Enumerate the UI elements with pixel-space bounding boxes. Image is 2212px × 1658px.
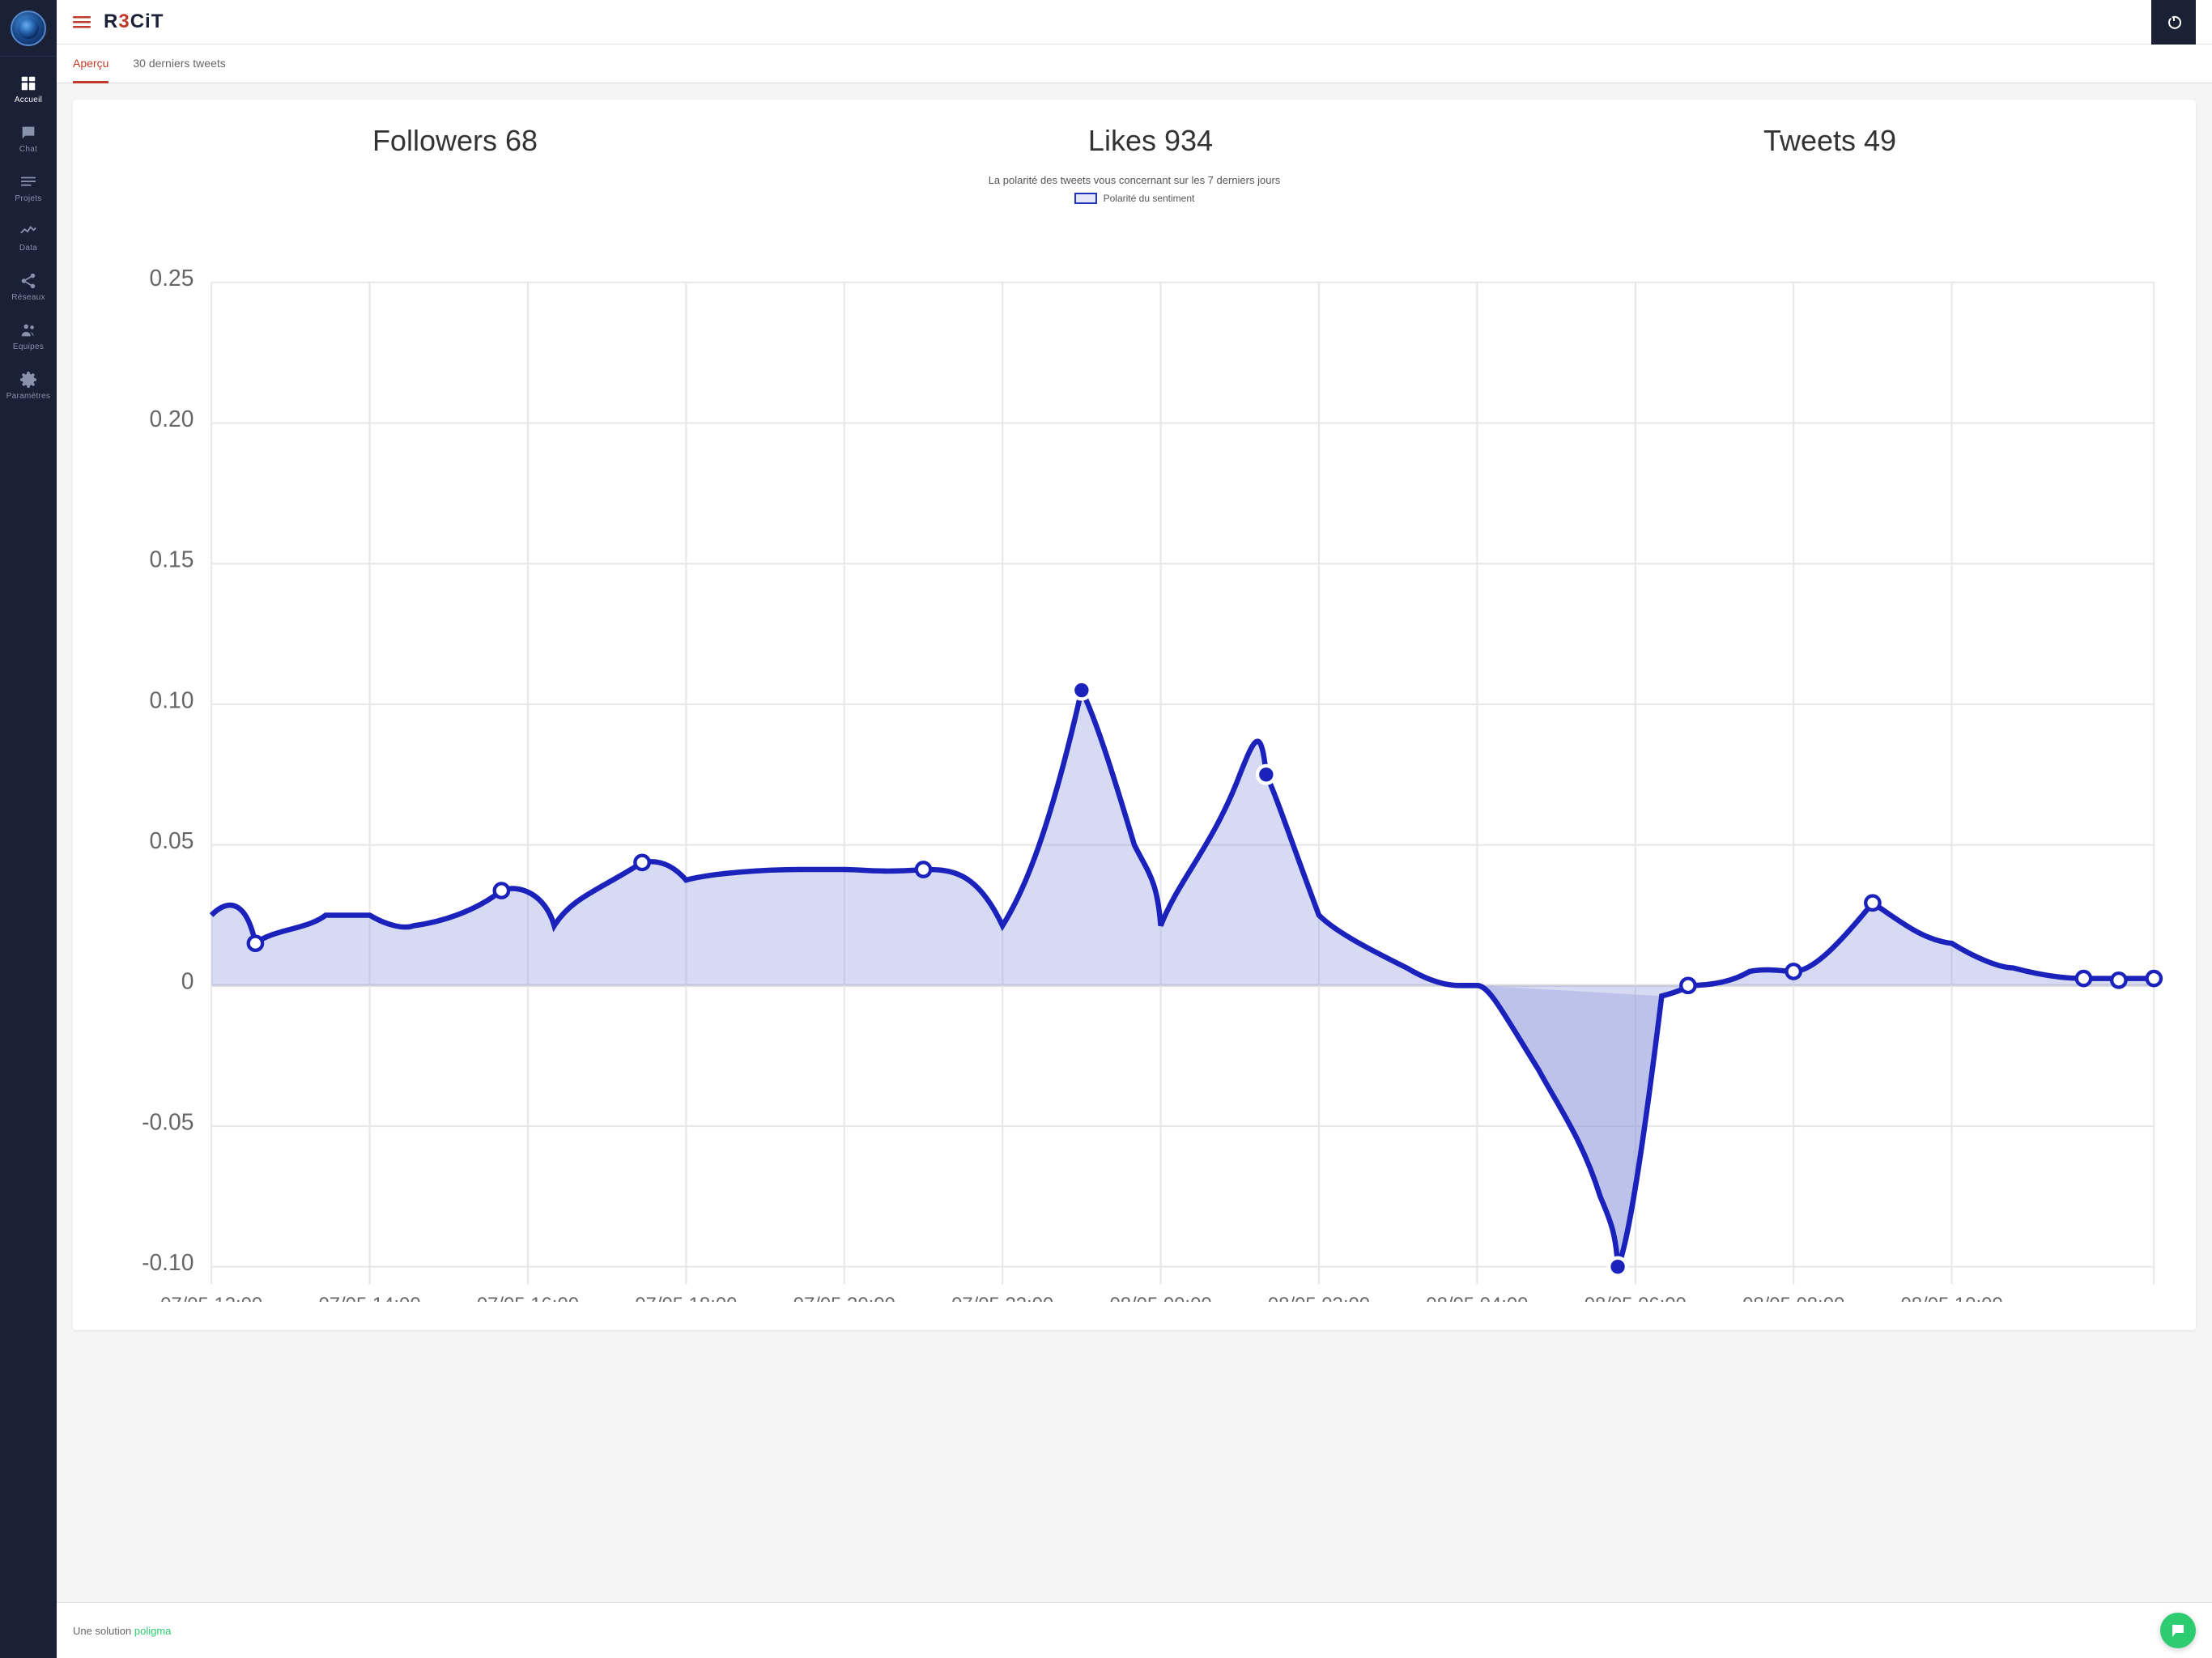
sidebar-item-reseaux-label: Réseaux bbox=[11, 293, 45, 302]
svg-text:-0.05: -0.05 bbox=[142, 1108, 194, 1134]
sidebar-nav: Accueil Chat Projets Data bbox=[0, 57, 57, 1658]
sidebar-item-equipes[interactable]: Equipes bbox=[0, 312, 57, 361]
followers-value: 68 bbox=[505, 124, 538, 157]
svg-text:08/05 06:00: 08/05 06:00 bbox=[1585, 1294, 1687, 1302]
svg-text:0: 0 bbox=[181, 968, 194, 994]
data-icon bbox=[19, 223, 37, 240]
svg-text:07/05 20:00: 07/05 20:00 bbox=[793, 1294, 895, 1302]
chat-fab-button[interactable] bbox=[2160, 1613, 2196, 1648]
sidebar-item-parametres[interactable]: Paramètres bbox=[0, 361, 57, 410]
sidebar-item-chat-label: Chat bbox=[19, 145, 37, 154]
svg-text:07/05 16:00: 07/05 16:00 bbox=[477, 1294, 579, 1302]
footer-link[interactable]: poligma bbox=[134, 1625, 172, 1637]
user-avatar-container bbox=[0, 0, 57, 57]
chat-fab-icon bbox=[2169, 1622, 2187, 1639]
footer: Une solution poligma bbox=[57, 1602, 2212, 1658]
svg-text:07/05 22:00: 07/05 22:00 bbox=[951, 1294, 1053, 1302]
header-left: R3CiT bbox=[73, 11, 164, 33]
chart-title: La polarité des tweets vous concernant s… bbox=[97, 174, 2172, 186]
svg-text:08/05 10:00: 08/05 10:00 bbox=[1901, 1294, 2003, 1302]
svg-text:0.25: 0.25 bbox=[150, 265, 194, 291]
main-area: R3CiT Aperçu 30 derniers tweets Follower… bbox=[57, 0, 2212, 1658]
sidebar-item-accueil[interactable]: Accueil bbox=[0, 65, 57, 114]
svg-text:0.10: 0.10 bbox=[150, 687, 194, 712]
likes-label: Likes bbox=[1088, 124, 1156, 157]
sidebar-item-equipes-label: Equipes bbox=[13, 342, 44, 351]
svg-text:08/05 04:00: 08/05 04:00 bbox=[1426, 1294, 1528, 1302]
chat-icon bbox=[19, 124, 37, 142]
projets-icon bbox=[19, 173, 37, 191]
hamburger-button[interactable] bbox=[73, 13, 91, 31]
tweets-value: 49 bbox=[1864, 124, 1896, 157]
svg-text:-0.10: -0.10 bbox=[142, 1249, 194, 1275]
chart-svg: 0.25 0.20 0.15 0.10 0.05 0 -0.05 -0.10 bbox=[97, 212, 2172, 1302]
main-content: Followers 68 Likes 934 Tweets 49 La pola… bbox=[57, 83, 2212, 1602]
header-right bbox=[2151, 0, 2196, 45]
chart-card: Followers 68 Likes 934 Tweets 49 La pola… bbox=[73, 100, 2196, 1330]
svg-text:0.05: 0.05 bbox=[150, 827, 194, 853]
tab-apercu[interactable]: Aperçu bbox=[73, 45, 108, 83]
sidebar-item-chat[interactable]: Chat bbox=[0, 114, 57, 164]
footer-static-text: Une solution bbox=[73, 1625, 134, 1637]
app-logo: R3CiT bbox=[104, 11, 164, 33]
svg-text:07/05 18:00: 07/05 18:00 bbox=[635, 1294, 737, 1302]
legend-box bbox=[1074, 193, 1097, 204]
sidebar: Accueil Chat Projets Data bbox=[0, 0, 57, 1658]
settings-icon bbox=[19, 371, 37, 389]
sidebar-item-projets-label: Projets bbox=[15, 194, 41, 203]
svg-text:07/05 12:00: 07/05 12:00 bbox=[160, 1294, 262, 1302]
footer-text: Une solution poligma bbox=[73, 1625, 171, 1637]
svg-text:08/05 08:00: 08/05 08:00 bbox=[1742, 1294, 1844, 1302]
sidebar-item-reseaux[interactable]: Réseaux bbox=[0, 262, 57, 312]
svg-text:08/05 00:00: 08/05 00:00 bbox=[1110, 1294, 1212, 1302]
sidebar-item-accueil-label: Accueil bbox=[15, 96, 42, 104]
sidebar-item-parametres-label: Paramètres bbox=[6, 392, 51, 401]
likes-stat: Likes 934 bbox=[1088, 124, 1213, 158]
header: R3CiT bbox=[57, 0, 2212, 45]
likes-value: 934 bbox=[1164, 124, 1213, 157]
sidebar-item-data-label: Data bbox=[19, 244, 37, 253]
tweets-stat: Tweets 49 bbox=[1763, 124, 1896, 158]
equipes-icon bbox=[19, 321, 37, 339]
legend-label: Polarité du sentiment bbox=[1104, 193, 1195, 204]
followers-label: Followers bbox=[372, 124, 497, 157]
power-button[interactable] bbox=[2151, 0, 2196, 45]
avatar bbox=[11, 11, 46, 46]
home-icon bbox=[19, 74, 37, 92]
svg-text:08/05 02:00: 08/05 02:00 bbox=[1268, 1294, 1370, 1302]
stats-row: Followers 68 Likes 934 Tweets 49 bbox=[97, 124, 2172, 158]
tweets-label: Tweets bbox=[1763, 124, 1856, 157]
svg-text:0.20: 0.20 bbox=[150, 406, 194, 432]
sidebar-item-data[interactable]: Data bbox=[0, 213, 57, 262]
svg-text:07/05 14:00: 07/05 14:00 bbox=[318, 1294, 420, 1302]
svg-text:0.15: 0.15 bbox=[150, 546, 194, 572]
tabs-bar: Aperçu 30 derniers tweets bbox=[57, 45, 2212, 83]
tab-tweets[interactable]: 30 derniers tweets bbox=[133, 45, 225, 83]
followers-stat: Followers 68 bbox=[372, 124, 538, 158]
sidebar-item-projets[interactable]: Projets bbox=[0, 164, 57, 213]
chart-legend: Polarité du sentiment bbox=[97, 193, 2172, 204]
share-icon bbox=[19, 272, 37, 290]
chart-wrapper: 0.25 0.20 0.15 0.10 0.05 0 -0.05 -0.10 bbox=[97, 212, 2172, 1306]
